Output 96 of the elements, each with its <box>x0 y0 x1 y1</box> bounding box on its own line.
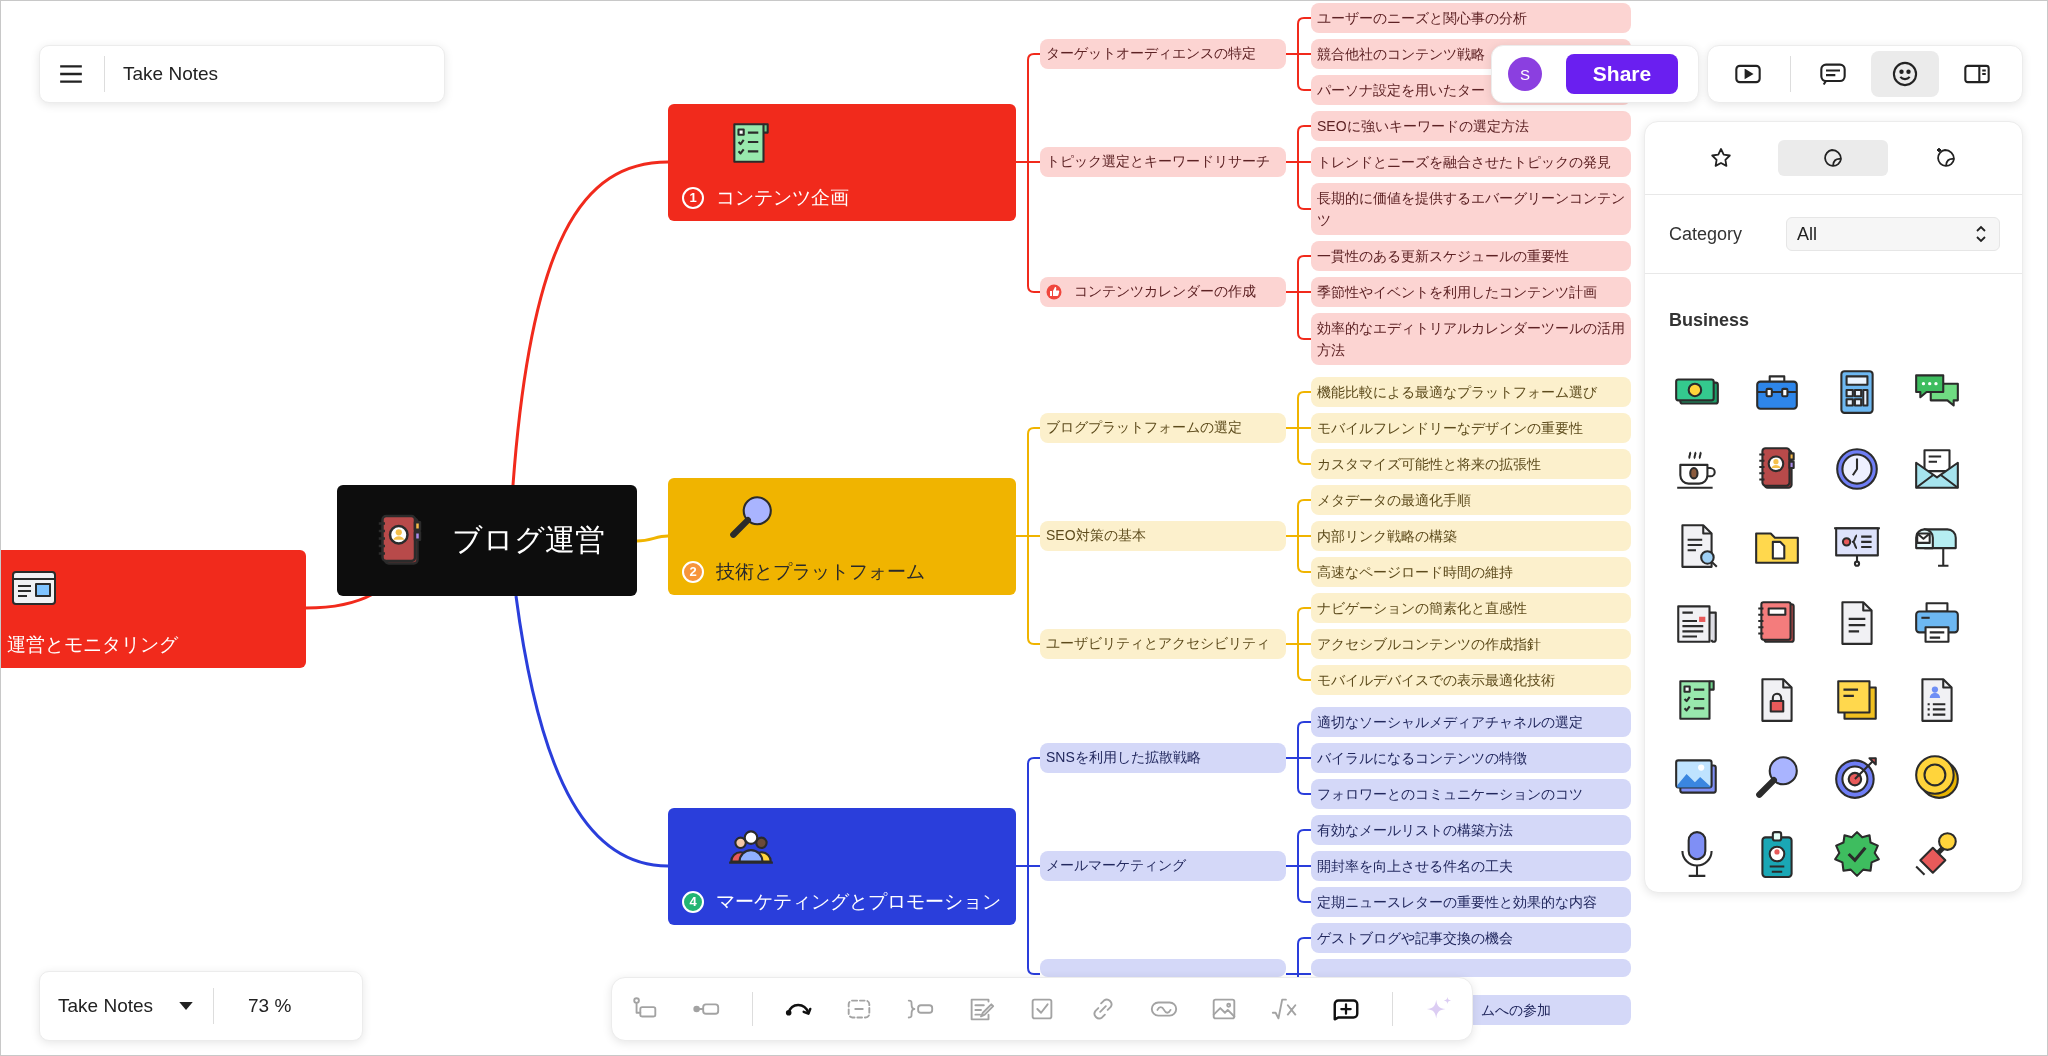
leaf-node[interactable]: カスタマイズ可能性と将来の拡張性 <box>1311 449 1631 479</box>
check-seal-icon[interactable] <box>1832 828 1882 879</box>
smiley-icon[interactable] <box>1871 51 1939 97</box>
subtopic-node[interactable]: メールマーケティング <box>1040 851 1286 881</box>
topic-node[interactable]: 2 技術とプラットフォーム <box>668 477 1016 595</box>
leaf-node[interactable]: 効率的なエディトリアルカレンダーツールの活用方法 <box>1311 313 1631 365</box>
leaf-label: パーソナ設定を用いたター <box>1317 81 1485 100</box>
category-select[interactable]: All <box>1786 217 2000 252</box>
zoom-level[interactable]: 73 % <box>248 995 292 1017</box>
document-title: Take Notes <box>123 63 219 85</box>
leaf-label: 競合他社のコンテンツ戦略 <box>1317 45 1485 64</box>
topic-label: 技術とプラットフォーム <box>716 559 925 584</box>
leaf-label: カスタマイズ可能性と将来の拡張性 <box>1317 455 1541 474</box>
leaf-label: ムへの参加 <box>1481 1001 1551 1020</box>
subtopic-label: SEO対策の基本 <box>1046 527 1146 545</box>
subtopic-node[interactable]: ブログプラットフォームの選定 <box>1040 413 1286 443</box>
leaf-node[interactable]: 高速なページロード時間の維持 <box>1311 557 1631 587</box>
leaf-node[interactable]: 長期的に価値を提供するエバーグリーンコンテンツ <box>1311 183 1631 235</box>
leaf-node[interactable]: 定期ニュースレターの重要性と効果的な内容 <box>1311 887 1631 917</box>
subtopic-label: トピック選定とキーワードリサーチ <box>1046 153 1270 171</box>
subtopic-label: ユーザビリティとアクセシビリティ <box>1046 635 1270 653</box>
leaf-label: モバイルフレンドリーなデザインの重要性 <box>1317 419 1583 438</box>
leaf-node[interactable]: トレンドとニーズを融合させたトピックの発見 <box>1311 147 1631 177</box>
leaf-node[interactable]: メタデータの最適化手順 <box>1311 485 1631 515</box>
leaf-label: 効率的なエディトリアルカレンダーツールの活用方法 <box>1317 319 1625 360</box>
chevron-updown-icon <box>1975 225 1987 244</box>
leaf-label: 季節性やイベントを利用したコンテンツ計画 <box>1317 283 1597 302</box>
number-badge: 2 <box>682 560 704 583</box>
leaf-label: 一貫性のある更新スケジュールの重要性 <box>1317 247 1569 266</box>
leaf-label: 定期ニュースレターの重要性と効果的な内容 <box>1317 893 1597 912</box>
user-avatar[interactable]: S <box>1508 57 1542 91</box>
leaf-label: 開封率を向上させる件名の工夫 <box>1317 857 1513 876</box>
topic-node[interactable]: 1 コンテンツ企画 <box>668 103 1016 221</box>
leaf-node[interactable]: アクセシブルコンテンツの作成指針 <box>1311 629 1631 659</box>
subtopic-label: コンテンツカレンダーの作成 <box>1074 283 1256 301</box>
leaf-label: バイラルになるコンテンツの特徴 <box>1317 749 1527 768</box>
leaf-label: 有効なメールリストの構築方法 <box>1317 821 1513 840</box>
category-label: Category <box>1669 223 1743 245</box>
leaf-node[interactable]: ゲストブログや記事交換の機会 <box>1311 923 1631 953</box>
root-node[interactable]: ブログ運営 <box>337 485 637 596</box>
leaf-label: ユーザーのニーズと関心事の分析 <box>1317 9 1527 28</box>
leaf-label: モバイルデバイスでの表示最適化技術 <box>1317 671 1555 690</box>
leaf-node[interactable]: 機能比較による最適なプラットフォーム選び <box>1311 377 1631 407</box>
subtopic-node[interactable]: SNSを利用した拡散戦略 <box>1040 743 1286 773</box>
topic-label: 運営とモニタリング <box>7 633 179 657</box>
number-badge: 1 <box>682 186 704 209</box>
leaf-node[interactable]: SEOに強いキーワードの選定方法 <box>1311 111 1631 141</box>
subtopic-node[interactable]: ターゲットオーディエンスの特定 <box>1040 39 1286 69</box>
subtopic-node[interactable]: トピック選定とキーワードリサーチ <box>1040 147 1286 177</box>
leaf-node[interactable]: バイラルになるコンテンツの特徴 <box>1311 743 1631 773</box>
share-button[interactable]: Share <box>1566 54 1678 94</box>
leaf-node[interactable] <box>1311 959 1631 977</box>
leaf-label: アクセシブルコンテンツの作成指針 <box>1317 635 1541 654</box>
leaf-label: 内部リンク戦略の構築 <box>1317 527 1457 546</box>
topic-label: マーケティングとプロモーション <box>716 889 1001 914</box>
leaf-node[interactable]: フォロワーとのコミュニケーションのコツ <box>1311 779 1631 809</box>
leaf-label: ナビゲーションの簡素化と直感性 <box>1317 599 1527 618</box>
leaf-node[interactable]: 一貫性のある更新スケジュールの重要性 <box>1311 241 1631 271</box>
leaf-node[interactable]: 有効なメールリストの構築方法 <box>1311 815 1631 845</box>
leaf-node[interactable]: モバイルデバイスでの表示最適化技術 <box>1311 665 1631 695</box>
subtopic-label: SNSを利用した拡散戦略 <box>1046 749 1201 767</box>
leaf-label: フォロワーとのコミュニケーションのコツ <box>1317 785 1583 804</box>
sticker-icon[interactable] <box>1778 140 1889 177</box>
subtopic-node[interactable] <box>1040 959 1286 977</box>
leaf-label: 機能比較による最適なプラットフォーム選び <box>1317 383 1597 402</box>
leaf-node[interactable]: ユーザーのニーズと関心事の分析 <box>1311 3 1631 33</box>
leaf-label: 適切なソーシャルメディアチャネルの選定 <box>1317 713 1583 732</box>
topic-node[interactable]: 運営とモニタリング <box>1 550 306 668</box>
leaf-label: トレンドとニーズを融合させたトピックの発見 <box>1317 153 1611 172</box>
leaf-node[interactable]: 適切なソーシャルメディアチャネルの選定 <box>1311 707 1631 737</box>
subtopic-node[interactable]: コンテンツカレンダーの作成 <box>1040 277 1286 307</box>
leaf-node[interactable]: ナビゲーションの簡素化と直感性 <box>1311 593 1631 623</box>
subtopic-label: ブログプラットフォームの選定 <box>1046 419 1242 437</box>
section-heading: Business <box>1669 310 1751 331</box>
leaf-node[interactable]: 季節性やイベントを利用したコンテンツ計画 <box>1311 277 1631 307</box>
leaf-label: 高速なページロード時間の維持 <box>1317 563 1513 582</box>
leaf-label: ゲストブログや記事交換の機会 <box>1317 929 1513 948</box>
document-name[interactable]: Take Notes <box>58 995 154 1017</box>
subtopic-label: メールマーケティング <box>1046 857 1186 875</box>
topic-node[interactable]: 4 マーケティングとプロモーション <box>668 807 1016 925</box>
leaf-label: メタデータの最適化手順 <box>1317 491 1471 510</box>
thumbs-up-icon <box>1046 284 1062 300</box>
subtopic-node[interactable]: ユーザビリティとアクセシビリティ <box>1040 629 1286 659</box>
leaf-node[interactable]: ムへの参加 <box>1473 995 1631 1025</box>
leaf-node[interactable]: 開封率を向上させる件名の工夫 <box>1311 851 1631 881</box>
topic-label: コンテンツ企画 <box>716 185 849 210</box>
connector-line <box>636 534 669 543</box>
leaf-node[interactable]: 内部リンク戦略の構築 <box>1311 521 1631 551</box>
caret-down-icon[interactable] <box>179 1001 194 1011</box>
root-label: ブログ運営 <box>451 522 605 558</box>
leaf-node[interactable]: モバイルフレンドリーなデザインの重要性 <box>1311 413 1631 443</box>
subtopic-label: ターゲットオーディエンスの特定 <box>1046 45 1256 63</box>
number-badge: 4 <box>682 890 704 913</box>
leaf-label: 長期的に価値を提供するエバーグリーンコンテンツ <box>1317 189 1625 230</box>
subtopic-node[interactable]: SEO対策の基本 <box>1040 521 1286 551</box>
leaf-label: SEOに強いキーワードの選定方法 <box>1317 117 1529 136</box>
